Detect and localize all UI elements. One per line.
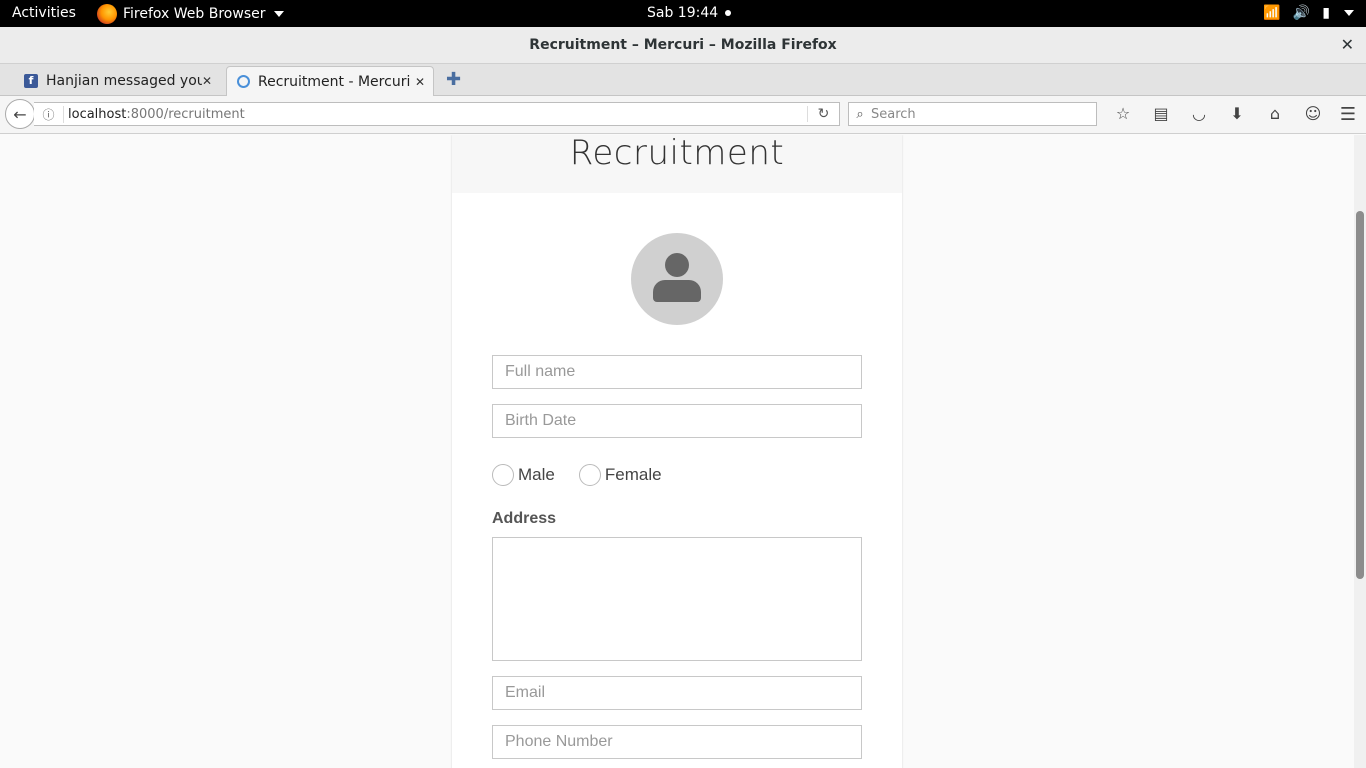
male-radio[interactable] (492, 464, 514, 486)
avatar-shoulders (653, 280, 701, 302)
page-title: Recruitment (569, 135, 785, 173)
app-menu[interactable]: Firefox Web Browser (97, 4, 284, 24)
tab-close-icon[interactable]: ✕ (202, 74, 212, 88)
female-radio[interactable] (578, 464, 601, 486)
app-menu-label: Firefox Web Browser (123, 6, 266, 22)
bookmark-star-icon[interactable]: ☆ (1104, 104, 1142, 123)
avatar-head (665, 253, 689, 277)
tab-close-icon[interactable]: ✕ (415, 75, 425, 89)
page-scrollbar[interactable] (1354, 135, 1366, 768)
notification-dot-icon (724, 10, 731, 16)
back-arrow-icon[interactable]: ← (5, 99, 35, 129)
firefox-logo-icon (97, 4, 117, 24)
url-host: localhost (68, 106, 127, 122)
chat-icon[interactable]: ☺ (1294, 104, 1332, 123)
reading-list-icon[interactable]: ▤ (1142, 104, 1180, 123)
reload-icon[interactable]: ↻ (807, 106, 839, 122)
window-title: Recruitment – Mercuri – Mozilla Firefox (529, 37, 837, 53)
tab-recruitment[interactable]: Recruitment - Mercuri ✕ (226, 66, 434, 96)
toolbar-icons: ☆ ▤ ◡ ⬇ ⌂ ☺ (1104, 104, 1332, 123)
url-path: :8000/recruitment (126, 106, 245, 122)
window-titlebar: Recruitment – Mercuri – Mozilla Firefox … (0, 27, 1366, 64)
scrollbar-thumb[interactable] (1356, 211, 1364, 579)
clock[interactable]: Sab 19:44 (647, 5, 731, 21)
loading-ring-icon (237, 75, 250, 88)
system-tray[interactable]: 📶 🔊 ▮ (1263, 4, 1354, 22)
pocket-icon[interactable]: ◡ (1180, 104, 1218, 123)
battery-icon: ▮ (1322, 5, 1330, 21)
wifi-icon: 📶 (1263, 5, 1281, 21)
female-label[interactable]: Female (605, 465, 662, 485)
download-arrow-icon[interactable]: ⬇ (1218, 104, 1256, 123)
url-bar[interactable]: ⓘ localhost:8000/recruitment ↻ (34, 102, 840, 126)
male-label[interactable]: Male (518, 465, 555, 485)
full-name-input[interactable]: Full name (492, 355, 862, 389)
url-text[interactable]: localhost:8000/recruitment (64, 107, 807, 122)
page-viewport: Recruitment Full name Birth Date Male Fe… (0, 135, 1366, 768)
gender-radio-group: Male Female (492, 464, 686, 486)
new-tab-plus-icon[interactable]: ✚ (446, 69, 461, 90)
search-icon: ⌕ (856, 106, 864, 122)
home-icon[interactable]: ⌂ (1256, 104, 1294, 123)
hamburger-menu-icon[interactable]: ☰ (1340, 104, 1356, 125)
site-info-icon[interactable]: ⓘ (34, 105, 64, 123)
window-close-icon[interactable]: ✕ (1341, 35, 1354, 54)
card-header: Recruitment (452, 135, 902, 193)
chevron-down-icon (273, 11, 284, 17)
birth-date-input[interactable]: Birth Date (492, 404, 862, 438)
system-top-bar: Activities Firefox Web Browser Sab 19:44… (0, 0, 1366, 27)
address-textarea[interactable] (492, 537, 862, 661)
search-placeholder: Search (871, 106, 916, 122)
tab-strip: f Hanjian messaged you ✕ Recruitment - M… (0, 64, 1366, 96)
clock-text: Sab 19:44 (647, 5, 719, 21)
volume-icon: 🔊 (1292, 5, 1311, 21)
activities-button[interactable]: Activities (12, 5, 76, 21)
search-bar[interactable]: ⌕ Search (848, 102, 1097, 126)
tab-label: Recruitment - Mercuri (258, 73, 411, 90)
facebook-icon: f (24, 74, 38, 88)
navigation-toolbar: ← ⓘ localhost:8000/recruitment ↻ ⌕ Searc… (0, 96, 1366, 134)
email-input[interactable]: Email (492, 676, 862, 710)
address-label: Address (492, 510, 557, 527)
tab-hanjian[interactable]: f Hanjian messaged you ✕ (14, 66, 220, 96)
recruitment-form-card: Recruitment Full name Birth Date Male Fe… (452, 135, 902, 768)
chevron-down-icon (1344, 10, 1354, 16)
tab-label: Hanjian messaged you (46, 73, 202, 89)
phone-number-input[interactable]: Phone Number (492, 725, 862, 759)
avatar-placeholder-icon[interactable] (631, 233, 723, 325)
